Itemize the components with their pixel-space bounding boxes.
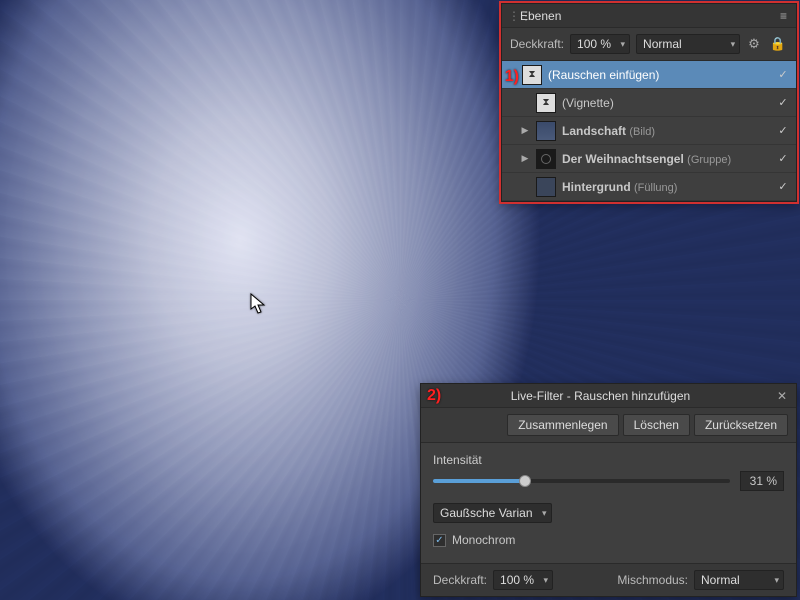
layer-row[interactable]: ▶ Der Weihnachtsengel (Gruppe) ✓: [502, 145, 796, 173]
filter-button-row: Zusammenlegen Löschen Zurücksetzen: [421, 408, 796, 443]
filter-footer: Deckkraft: 100 % Mischmodus: Normal: [421, 563, 796, 596]
monochrome-row: ✓ Monochrom: [433, 533, 784, 547]
visibility-checkbox[interactable]: ✓: [776, 180, 790, 194]
intensity-slider[interactable]: [433, 479, 730, 483]
layers-panel-title: Ebenen: [516, 9, 777, 23]
blend-mode-dropdown[interactable]: Normal: [636, 34, 740, 54]
annotation-marker-2: 2): [427, 387, 441, 405]
filter-opacity-label: Deckkraft:: [433, 573, 487, 587]
filter-panel-header[interactable]: Live-Filter - Rauschen hinzufügen ✕: [421, 384, 796, 408]
expand-chevron-icon[interactable]: ▶: [520, 153, 530, 164]
layers-list: ⧗ (Rauschen einfügen) ✓ ⧗ (Vignette) ✓ ▶ Land…: [502, 61, 796, 201]
filter-body: Intensität 31 % Gaußsche Varian ✓ Monoch…: [421, 443, 796, 563]
close-icon[interactable]: ✕: [774, 389, 790, 403]
layer-thumbnail: [536, 177, 556, 197]
expand-chevron-icon[interactable]: ▶: [520, 125, 530, 136]
opacity-label: Deckkraft:: [510, 37, 564, 51]
lock-icon[interactable]: 🔒: [768, 36, 788, 52]
monochrome-label: Monochrom: [452, 533, 515, 547]
opacity-dropdown[interactable]: 100 %: [570, 34, 630, 54]
layer-thumbnail: ⧗: [522, 65, 542, 85]
layers-panel: ⋮⋮ Ebenen ≡ Deckkraft: 100 % Normal ⚙ 🔒 …: [501, 3, 797, 202]
layer-name-label: Landschaft (Bild): [562, 124, 770, 138]
variance-dropdown[interactable]: Gaußsche Varian: [433, 503, 552, 523]
layer-name-label: Der Weihnachtsengel (Gruppe): [562, 152, 770, 166]
visibility-checkbox[interactable]: ✓: [776, 152, 790, 166]
layers-controls-row: Deckkraft: 100 % Normal ⚙ 🔒: [502, 28, 796, 61]
drag-handle-icon[interactable]: ⋮⋮: [508, 9, 516, 23]
visibility-checkbox[interactable]: ✓: [776, 96, 790, 110]
layer-row[interactable]: ▶ Landschaft (Bild) ✓: [502, 117, 796, 145]
filter-panel-title: Live-Filter - Rauschen hinzufügen: [427, 389, 774, 403]
layer-thumbnail: [536, 149, 556, 169]
layer-thumbnail: ⧗: [536, 93, 556, 113]
panel-menu-icon[interactable]: ≡: [777, 9, 790, 23]
monochrome-checkbox[interactable]: ✓: [433, 534, 446, 547]
reset-button[interactable]: Zurücksetzen: [694, 414, 788, 436]
slider-thumb-icon[interactable]: [519, 475, 531, 487]
filter-opacity-dropdown[interactable]: 100 %: [493, 570, 553, 590]
layer-row[interactable]: Hintergrund (Füllung) ✓: [502, 173, 796, 201]
layer-name-label: Hintergrund (Füllung): [562, 180, 770, 194]
merge-button[interactable]: Zusammenlegen: [507, 414, 618, 436]
layer-name-label: (Vignette): [562, 96, 770, 110]
layer-row[interactable]: ⧗ (Vignette) ✓: [502, 89, 796, 117]
filter-blend-dropdown[interactable]: Normal: [694, 570, 784, 590]
delete-button[interactable]: Löschen: [623, 414, 690, 436]
intensity-row: Intensität 31 %: [433, 453, 784, 491]
live-filter-panel: Live-Filter - Rauschen hinzufügen ✕ Zusa…: [420, 383, 797, 597]
layer-name-label: (Rauschen einfügen): [548, 68, 770, 82]
gear-icon[interactable]: ⚙: [746, 36, 762, 52]
visibility-checkbox[interactable]: ✓: [776, 124, 790, 138]
intensity-label: Intensität: [433, 453, 784, 467]
layer-thumbnail: [536, 121, 556, 141]
slider-fill: [433, 479, 525, 483]
visibility-checkbox[interactable]: ✓: [776, 68, 790, 82]
annotation-marker-1: 1): [505, 68, 519, 86]
layers-panel-header[interactable]: ⋮⋮ Ebenen ≡: [502, 4, 796, 28]
layer-row[interactable]: ⧗ (Rauschen einfügen) ✓: [502, 61, 796, 89]
intensity-value[interactable]: 31 %: [740, 471, 784, 491]
blend-label: Mischmodus:: [617, 573, 688, 587]
